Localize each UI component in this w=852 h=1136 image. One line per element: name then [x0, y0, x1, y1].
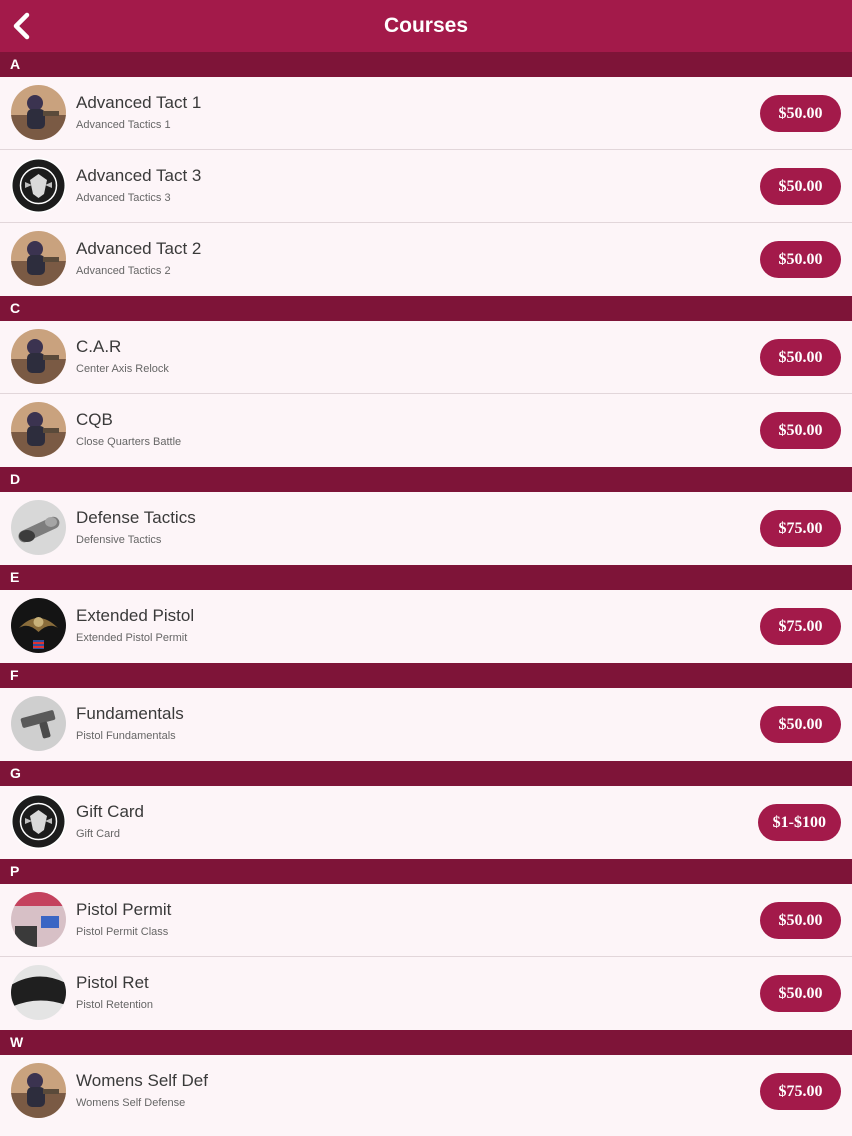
course-row[interactable]: Extended Pistol Extended Pistol Permit $75…: [0, 590, 852, 663]
course-thumbnail: [11, 402, 66, 457]
course-row[interactable]: Fundamentals Pistol Fundamentals $50.00: [0, 688, 852, 761]
photo-training-thumbnail: [11, 85, 66, 140]
course-subtitle: Pistol Permit Class: [76, 926, 169, 938]
course-thumbnail: [11, 85, 66, 140]
price-button[interactable]: $50.00: [760, 168, 841, 205]
course-subtitle: Gift Card: [76, 828, 121, 840]
course-row[interactable]: Advanced Tact 3 Advanced Tactics 3 $50.00: [0, 150, 852, 223]
photo-training-thumbnail: [11, 402, 66, 457]
course-subtitle: Defensive Tactics: [76, 534, 162, 546]
course-title: Womens Self Def: [76, 1071, 208, 1090]
course-title: Advanced Tact 1: [76, 93, 202, 112]
course-subtitle: Close Quarters Battle: [76, 436, 182, 448]
course-subtitle: Center Axis Relock: [76, 363, 169, 375]
course-subtitle: Pistol Fundamentals: [76, 730, 176, 742]
pistol-photo-thumbnail: [11, 696, 66, 751]
course-row[interactable]: Advanced Tact 1 Advanced Tactics 1 $50.00: [0, 77, 852, 150]
course-title: C.A.R: [76, 337, 122, 356]
defensor-eagle-logo-thumbnail: [11, 598, 66, 653]
section-header: E: [0, 565, 852, 590]
price-button[interactable]: $75.00: [760, 1073, 841, 1110]
defensor-logo-thumbnail: [11, 158, 66, 213]
course-thumbnail: [11, 696, 66, 751]
course-thumbnail: [11, 965, 66, 1020]
app-header: Courses: [0, 0, 852, 52]
course-subtitle: Womens Self Defense: [76, 1097, 186, 1109]
section-header: G: [0, 761, 852, 786]
course-subtitle: Advanced Tactics 1: [76, 119, 171, 131]
photo-training-thumbnail: [11, 231, 66, 286]
course-thumbnail: [11, 231, 66, 286]
course-subtitle: Advanced Tactics 2: [76, 265, 171, 277]
course-thumbnail: [11, 500, 66, 555]
course-title: CQB: [76, 410, 113, 429]
price-button[interactable]: $50.00: [760, 706, 841, 743]
course-row[interactable]: Womens Self Def Womens Self Defense $75.00: [0, 1055, 852, 1128]
section-header: F: [0, 663, 852, 688]
price-button[interactable]: $50.00: [760, 902, 841, 939]
course-thumbnail: [11, 1063, 66, 1118]
course-title: Advanced Tact 2: [76, 239, 202, 258]
course-row[interactable]: C.A.R Center Axis Relock $50.00: [0, 321, 852, 394]
page-title: Courses: [383, 14, 469, 37]
course-row[interactable]: Gift Card Gift Card $1-$100: [0, 786, 852, 859]
price-button[interactable]: $75.00: [760, 608, 841, 645]
course-subtitle: Advanced Tactics 3: [76, 192, 171, 204]
course-row[interactable]: Defense Tactics Defensive Tactics $75.00: [0, 492, 852, 565]
course-row[interactable]: CQB Close Quarters Battle $50.00: [0, 394, 852, 467]
course-row[interactable]: Advanced Tact 2 Advanced Tactics 2 $50.00: [0, 223, 852, 296]
price-button[interactable]: $50.00: [760, 339, 841, 376]
course-thumbnail: [11, 329, 66, 384]
section-header: P: [0, 859, 852, 884]
course-thumbnail: [11, 794, 66, 849]
price-button[interactable]: $75.00: [760, 510, 841, 547]
course-title: Pistol Permit: [76, 900, 172, 919]
course-title: Defense Tactics: [76, 508, 196, 527]
course-row[interactable]: Pistol Permit Pistol Permit Class $50.00: [0, 884, 852, 957]
price-button[interactable]: $50.00: [760, 412, 841, 449]
defensor-logo-thumbnail: [11, 794, 66, 849]
course-list: A Advanced Tact 1 Advanced Tactics 1 $50.00…: [0, 52, 852, 1128]
photo-training-thumbnail: [11, 329, 66, 384]
section-header: W: [0, 1030, 852, 1055]
section-header: A: [0, 52, 852, 77]
price-button[interactable]: $50.00: [760, 95, 841, 132]
course-title: Advanced Tact 3: [76, 166, 202, 185]
course-title: Extended Pistol: [76, 606, 195, 625]
course-subtitle: Extended Pistol Permit: [76, 632, 188, 644]
course-title: Pistol Ret: [76, 973, 149, 992]
course-title: Gift Card: [76, 802, 145, 821]
course-thumbnail: [11, 598, 66, 653]
holster-photo-thumbnail: [11, 965, 66, 1020]
classroom-photo-thumbnail: [11, 892, 66, 947]
course-thumbnail: [11, 158, 66, 213]
price-button[interactable]: $50.00: [760, 241, 841, 278]
price-button[interactable]: $50.00: [760, 975, 841, 1012]
course-row[interactable]: Pistol Ret Pistol Retention $50.00: [0, 957, 852, 1030]
photo-training-thumbnail: [11, 1063, 66, 1118]
course-title: Fundamentals: [76, 704, 184, 723]
price-button[interactable]: $1-$100: [757, 804, 841, 841]
course-subtitle: Pistol Retention: [76, 999, 154, 1011]
baton-photo-thumbnail: [11, 500, 66, 555]
course-thumbnail: [11, 892, 66, 947]
section-header: D: [0, 467, 852, 492]
section-header: C: [0, 296, 852, 321]
